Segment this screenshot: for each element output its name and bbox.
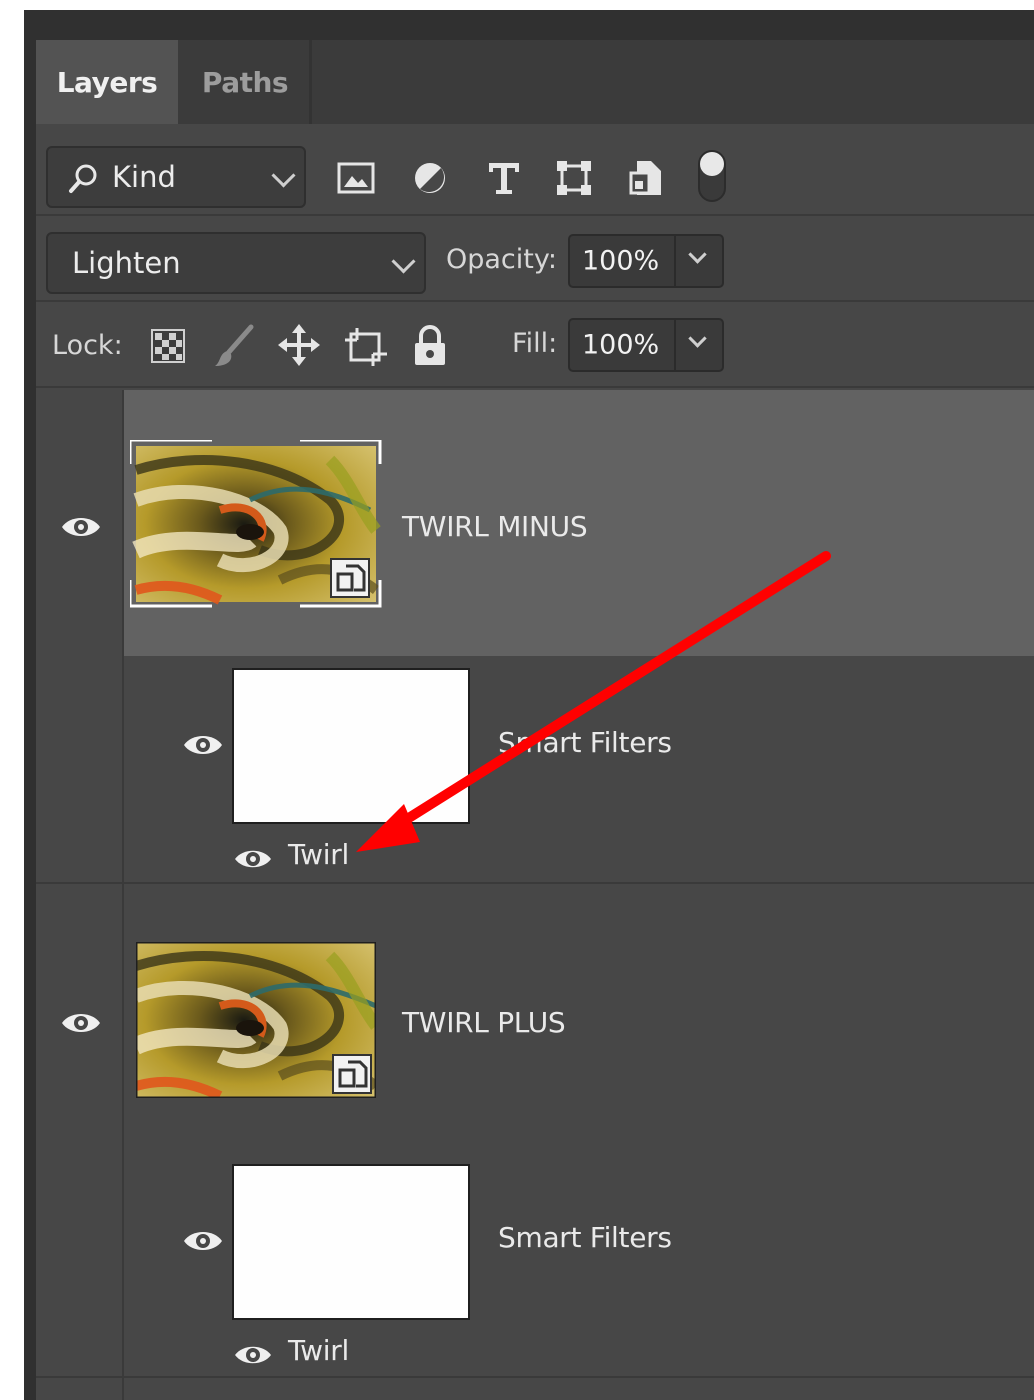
smart-object-badge-icon — [330, 558, 370, 598]
opacity-dropdown-button[interactable] — [674, 236, 722, 286]
filter-name[interactable]: Twirl — [288, 1334, 349, 1367]
chevron-down-icon — [271, 163, 296, 188]
fill-label: Fill: — [512, 328, 558, 359]
blend-mode-select[interactable]: Lighten — [46, 232, 426, 294]
layer-thumbnail[interactable] — [130, 440, 382, 608]
fill-dropdown-button[interactable] — [674, 320, 722, 370]
layers-panel: Layers Paths Kind Lighten Opacity: 100% — [36, 40, 1034, 1400]
blend-mode-value: Lighten — [72, 246, 181, 280]
filter-kind-select[interactable]: Kind — [46, 146, 306, 208]
fill-field[interactable]: 100% — [568, 318, 724, 372]
tab-layers[interactable]: Layers — [36, 40, 178, 124]
opacity-field[interactable]: 100% — [568, 234, 724, 288]
lock-label: Lock: — [52, 330, 123, 361]
eye-icon[interactable] — [180, 1224, 226, 1258]
fill-value: 100% — [582, 329, 660, 361]
filter-toggle-icon[interactable] — [694, 148, 730, 204]
opacity-value: 100% — [582, 245, 660, 277]
smart-object-filter-icon[interactable] — [624, 156, 668, 200]
lock-artboard-icon[interactable] — [342, 324, 390, 370]
eye-icon[interactable] — [232, 844, 274, 874]
eye-icon[interactable] — [180, 728, 226, 762]
smart-object-badge-icon — [332, 1054, 372, 1094]
layer-thumbnail[interactable] — [136, 942, 376, 1098]
smart-filter-mask-thumbnail[interactable] — [232, 1164, 470, 1320]
smart-filter-mask-thumbnail[interactable] — [232, 668, 470, 824]
lock-position-icon[interactable] — [276, 322, 322, 368]
adjustment-filter-icon[interactable] — [408, 158, 452, 198]
type-filter-icon[interactable] — [482, 156, 526, 200]
chevron-down-icon — [391, 249, 416, 274]
eye-icon[interactable] — [58, 510, 104, 544]
filter-kind-label: Kind — [112, 160, 176, 194]
smart-filters-label: Smart Filters — [498, 726, 672, 759]
opacity-label: Opacity: — [446, 244, 557, 275]
lock-pixels-icon[interactable] — [212, 322, 256, 370]
tab-paths[interactable]: Paths — [178, 40, 312, 124]
layer-name[interactable]: TWIRL MINUS — [402, 510, 588, 543]
image-filter-icon[interactable] — [334, 158, 378, 198]
lock-transparency-icon[interactable] — [148, 326, 188, 366]
filter-name[interactable]: Twirl — [288, 838, 349, 871]
shape-filter-icon[interactable] — [552, 156, 596, 200]
search-icon — [68, 162, 100, 201]
smart-filters-label: Smart Filters — [498, 1221, 672, 1254]
eye-icon[interactable] — [232, 1340, 274, 1370]
lock-all-icon[interactable] — [410, 322, 450, 370]
eye-icon[interactable] — [58, 1006, 104, 1040]
layer-name[interactable]: TWIRL PLUS — [402, 1006, 566, 1039]
tab-bar: Layers Paths — [36, 40, 1034, 124]
